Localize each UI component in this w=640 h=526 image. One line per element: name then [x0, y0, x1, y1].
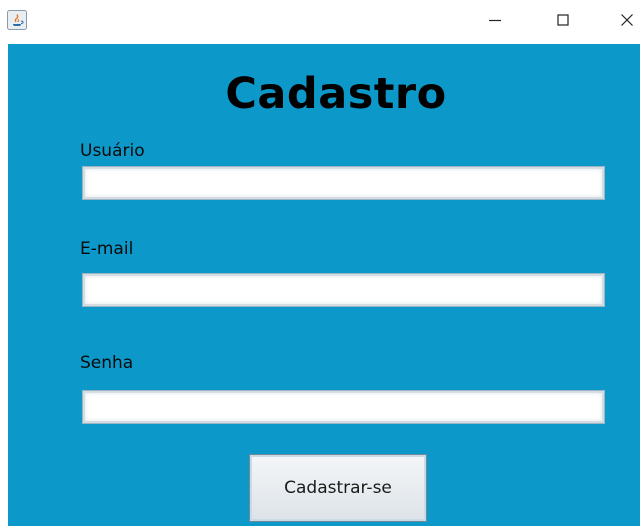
- email-field[interactable]: [82, 273, 605, 307]
- page-title: Cadastro: [225, 69, 447, 119]
- close-button[interactable]: [604, 0, 640, 44]
- register-button[interactable]: Cadastrar-se: [249, 454, 427, 522]
- password-field[interactable]: [82, 390, 605, 424]
- minimize-button[interactable]: [472, 0, 518, 44]
- username-field[interactable]: [82, 166, 605, 200]
- title-bar: [0, 0, 640, 44]
- java-app-icon: [7, 10, 27, 30]
- password-label: Senha: [80, 353, 134, 373]
- app-window: Cadastro Usuário E-mail Senha Cadastrar-…: [0, 0, 640, 526]
- username-label: Usuário: [80, 141, 145, 161]
- form-panel: Cadastro Usuário E-mail Senha Cadastrar-…: [8, 44, 640, 526]
- maximize-icon: [555, 12, 571, 32]
- close-icon: [619, 12, 635, 32]
- email-label: E-mail: [80, 239, 134, 259]
- maximize-button[interactable]: [540, 0, 586, 44]
- minimize-icon: [487, 12, 503, 32]
